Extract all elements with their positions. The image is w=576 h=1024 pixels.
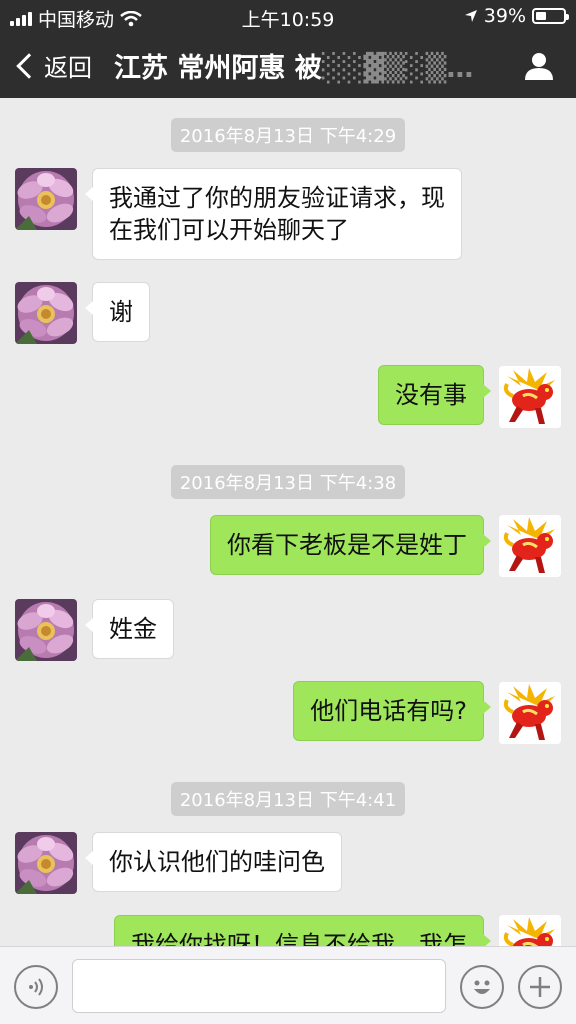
- back-button[interactable]: 返回: [12, 48, 92, 83]
- avatar[interactable]: [15, 599, 77, 661]
- message-bubble[interactable]: 我给你找呀！信息不给我，我怎: [114, 915, 491, 946]
- avatar[interactable]: [15, 168, 77, 230]
- message-bubble[interactable]: 谢: [85, 282, 150, 342]
- plus-icon: [530, 977, 550, 997]
- message-bubble[interactable]: 没有事: [378, 365, 491, 425]
- timestamp: 2016年8月13日 下午4:38: [0, 465, 576, 499]
- avatar[interactable]: [15, 832, 77, 894]
- emoji-button[interactable]: [460, 965, 504, 1009]
- voice-input-icon: [29, 978, 43, 996]
- chat-area[interactable]: 2016年8月13日 下午4:29 我通过了你的朋友验证请求，现 在我们可以开始…: [0, 98, 576, 946]
- emoji-icon: [474, 980, 490, 994]
- chat-title: 江苏 常州阿惠 被░░▓▒░▒…: [114, 46, 474, 85]
- avatar[interactable]: [499, 515, 561, 577]
- chat-title-obscured: ░░▓▒░▒…: [321, 53, 474, 84]
- location-arrow-icon: [464, 10, 477, 22]
- message-bubble[interactable]: 我通过了你的朋友验证请求，现 在我们可以开始聊天了: [85, 168, 462, 260]
- nav-bar: 返回 江苏 常州阿惠 被░░▓▒░▒…: [0, 32, 576, 98]
- timestamp: 2016年8月13日 下午4:29: [0, 118, 576, 152]
- battery-percent: 39%: [483, 5, 526, 27]
- more-button[interactable]: [518, 965, 562, 1009]
- person-icon[interactable]: [524, 52, 554, 80]
- battery-level: [536, 12, 547, 20]
- chevron-left-icon: [16, 52, 42, 79]
- avatar[interactable]: [499, 366, 561, 428]
- avatar[interactable]: [499, 915, 561, 946]
- avatar[interactable]: [499, 682, 561, 744]
- battery-icon: [532, 8, 569, 24]
- timestamp: 2016年8月13日 下午4:41: [0, 782, 576, 816]
- status-bar: 中国移动 上午10:59 39%: [0, 0, 576, 32]
- input-bar: [0, 946, 576, 1024]
- message-input[interactable]: [72, 959, 446, 1013]
- message-bubble[interactable]: 他们电话有吗?: [293, 681, 491, 741]
- back-label: 返回: [44, 54, 92, 82]
- message-bubble[interactable]: 你看下老板是不是姓丁: [210, 515, 491, 575]
- message-bubble[interactable]: 你认识他们的哇问色: [85, 832, 342, 892]
- voice-input-button[interactable]: [14, 965, 58, 1009]
- avatar[interactable]: [15, 282, 77, 344]
- message-bubble[interactable]: 姓金: [85, 599, 174, 659]
- chat-title-text: 江苏 常州阿惠 被: [114, 53, 322, 84]
